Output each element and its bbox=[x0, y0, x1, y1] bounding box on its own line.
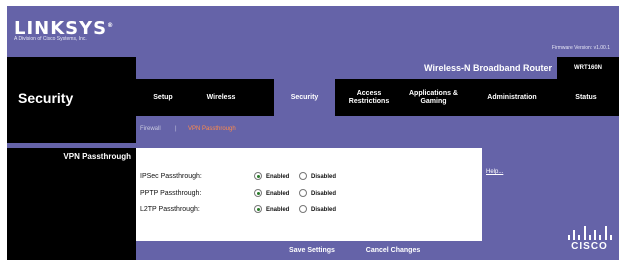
firmware-version: Firmware Version: v1.00.1 bbox=[551, 45, 610, 51]
cisco-logo: CISCO bbox=[562, 224, 617, 254]
cisco-bars-icon bbox=[562, 224, 617, 240]
tab-security[interactable]: Security bbox=[274, 79, 335, 116]
cisco-wordmark: CISCO bbox=[571, 241, 608, 252]
l2tp-disabled-label: Disabled bbox=[311, 207, 337, 213]
help-link[interactable]: Help... bbox=[486, 168, 503, 176]
l2tp-row: L2TP Passthrough: Enabled Disabled bbox=[136, 204, 482, 216]
main-nav: Setup Wireless Security Access Restricti… bbox=[136, 79, 619, 116]
page-title: Security bbox=[18, 90, 74, 106]
pptp-enabled-label: Enabled bbox=[266, 191, 290, 197]
cancel-changes-button[interactable]: Cancel Changes bbox=[358, 245, 428, 257]
section-label: VPN Passthrough bbox=[63, 152, 131, 161]
left-column: Security VPN Passthrough bbox=[7, 57, 136, 260]
l2tp-label: L2TP Passthrough: bbox=[140, 206, 200, 213]
model-number: WRT160N bbox=[557, 57, 619, 79]
ipsec-enabled-radio[interactable] bbox=[254, 172, 262, 180]
linksys-logo: LINKSYS® bbox=[14, 18, 115, 39]
router-admin-page: LINKSYS® A Division of Cisco Systems, In… bbox=[0, 0, 625, 266]
pptp-disabled-radio[interactable] bbox=[299, 189, 307, 197]
subnav-separator: | bbox=[175, 126, 177, 132]
pptp-label: PPTP Passthrough: bbox=[140, 190, 202, 197]
header-bar: LINKSYS® A Division of Cisco Systems, In… bbox=[7, 6, 619, 57]
footer-bar: Save Settings Cancel Changes bbox=[136, 241, 619, 260]
pptp-enabled-radio[interactable] bbox=[254, 189, 262, 197]
ipsec-row: IPSec Passthrough: Enabled Disabled bbox=[136, 171, 482, 183]
settings-panel: IPSec Passthrough: Enabled Disabled PPTP… bbox=[136, 148, 482, 241]
l2tp-disabled-radio[interactable] bbox=[299, 205, 307, 213]
tab-administration[interactable]: Administration bbox=[474, 79, 550, 116]
tab-access-restrictions[interactable]: Access Restrictions bbox=[339, 79, 399, 116]
subtab-firewall[interactable]: Firewall bbox=[140, 125, 161, 133]
l2tp-enabled-radio[interactable] bbox=[254, 205, 262, 213]
save-settings-button[interactable]: Save Settings bbox=[282, 245, 342, 257]
ipsec-enabled-label: Enabled bbox=[266, 174, 290, 180]
tab-status[interactable]: Status bbox=[556, 79, 616, 116]
l2tp-enabled-label: Enabled bbox=[266, 207, 290, 213]
tab-wireless[interactable]: Wireless bbox=[193, 79, 249, 116]
tab-applications-gaming[interactable]: Applications & Gaming bbox=[402, 79, 465, 116]
ipsec-disabled-label: Disabled bbox=[311, 174, 337, 180]
ipsec-disabled-radio[interactable] bbox=[299, 172, 307, 180]
tab-setup[interactable]: Setup bbox=[140, 79, 186, 116]
pptp-row: PPTP Passthrough: Enabled Disabled bbox=[136, 188, 482, 200]
ipsec-label: IPSec Passthrough: bbox=[140, 173, 202, 180]
product-name: Wireless-N Broadband Router bbox=[424, 63, 552, 73]
logo-subtitle: A Division of Cisco Systems, Inc. bbox=[14, 36, 87, 42]
subtab-vpn-passthrough[interactable]: VPN Passthrough bbox=[188, 125, 236, 133]
sub-nav: Firewall | VPN Passthrough bbox=[136, 116, 619, 143]
pptp-disabled-label: Disabled bbox=[311, 191, 337, 197]
product-bar: Wireless-N Broadband Router WRT160N bbox=[136, 57, 619, 79]
